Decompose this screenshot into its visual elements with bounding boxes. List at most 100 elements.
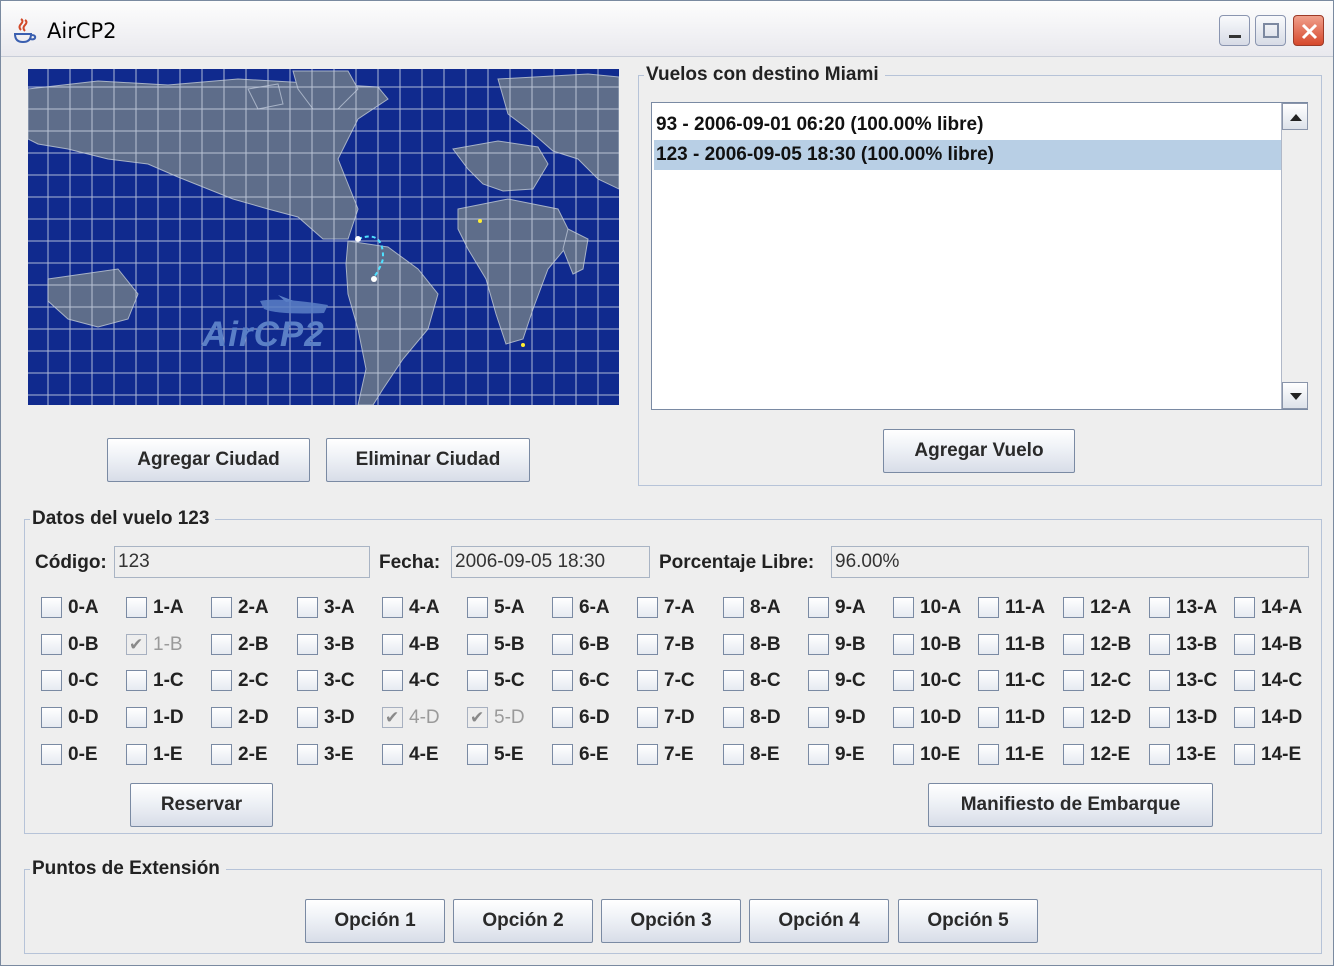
remove-city-button[interactable]: Eliminar Ciudad — [326, 438, 530, 482]
seat-checkbox-9-e[interactable]: 9-E — [808, 741, 888, 769]
checkbox-box[interactable] — [723, 597, 744, 618]
free-percentage-field[interactable]: 96.00% — [831, 546, 1309, 578]
seat-checkbox-10-a[interactable]: 10-A — [893, 594, 973, 622]
checkbox-box[interactable] — [637, 634, 658, 655]
seat-checkbox-1-c[interactable]: 1-C — [126, 667, 206, 695]
checkbox-box[interactable] — [467, 597, 488, 618]
seat-checkbox-1-e[interactable]: 1-E — [126, 741, 206, 769]
seat-checkbox-6-a[interactable]: 6-A — [552, 594, 632, 622]
checkbox-box[interactable] — [723, 634, 744, 655]
checkbox-box[interactable] — [467, 744, 488, 765]
seat-checkbox-12-e[interactable]: 12-E — [1063, 741, 1143, 769]
seat-checkbox-2-a[interactable]: 2-A — [211, 594, 291, 622]
seat-checkbox-0-a[interactable]: 0-A — [41, 594, 121, 622]
seat-checkbox-7-b[interactable]: 7-B — [637, 631, 717, 659]
checkbox-box[interactable] — [893, 670, 914, 691]
seat-checkbox-0-c[interactable]: 0-C — [41, 667, 121, 695]
checkbox-box[interactable] — [808, 744, 829, 765]
seat-checkbox-8-d[interactable]: 8-D — [723, 704, 803, 732]
seat-checkbox-10-c[interactable]: 10-C — [893, 667, 973, 695]
checkbox-box[interactable] — [1234, 670, 1255, 691]
seat-checkbox-11-e[interactable]: 11-E — [978, 741, 1058, 769]
seat-checkbox-9-b[interactable]: 9-B — [808, 631, 888, 659]
boarding-manifest-button[interactable]: Manifiesto de Embarque — [928, 783, 1213, 827]
minimize-button[interactable] — [1219, 15, 1250, 46]
scroll-up-button[interactable] — [1282, 103, 1308, 130]
seat-checkbox-9-d[interactable]: 9-D — [808, 704, 888, 732]
seat-checkbox-11-c[interactable]: 11-C — [978, 667, 1058, 695]
seat-checkbox-0-b[interactable]: 0-B — [41, 631, 121, 659]
seat-checkbox-13-c[interactable]: 13-C — [1149, 667, 1229, 695]
seat-checkbox-6-b[interactable]: 6-B — [552, 631, 632, 659]
checkbox-box[interactable] — [723, 744, 744, 765]
checkbox-box[interactable] — [126, 707, 147, 728]
checkbox-box[interactable] — [1063, 744, 1084, 765]
checkbox-box[interactable] — [211, 744, 232, 765]
seat-checkbox-12-b[interactable]: 12-B — [1063, 631, 1143, 659]
checkbox-box[interactable] — [41, 744, 62, 765]
seat-checkbox-4-c[interactable]: 4-C — [382, 667, 462, 695]
add-flight-button[interactable]: Agregar Vuelo — [883, 429, 1075, 473]
seat-checkbox-3-c[interactable]: 3-C — [297, 667, 377, 695]
seat-checkbox-2-c[interactable]: 2-C — [211, 667, 291, 695]
checkbox-box[interactable] — [1234, 634, 1255, 655]
seat-checkbox-7-a[interactable]: 7-A — [637, 594, 717, 622]
checkbox-box[interactable] — [978, 634, 999, 655]
seat-checkbox-14-a[interactable]: 14-A — [1234, 594, 1314, 622]
seat-checkbox-5-e[interactable]: 5-E — [467, 741, 547, 769]
option-5-button[interactable]: Opción 5 — [898, 899, 1038, 943]
close-button[interactable] — [1293, 15, 1324, 46]
seat-checkbox-1-a[interactable]: 1-A — [126, 594, 206, 622]
checkbox-box[interactable] — [41, 707, 62, 728]
reserve-button[interactable]: Reservar — [130, 783, 273, 827]
title-bar[interactable]: AirCP2 — [1, 1, 1333, 57]
checkbox-box[interactable] — [978, 597, 999, 618]
seat-checkbox-9-a[interactable]: 9-A — [808, 594, 888, 622]
seat-checkbox-11-b[interactable]: 11-B — [978, 631, 1058, 659]
seat-checkbox-6-e[interactable]: 6-E — [552, 741, 632, 769]
seat-checkbox-7-e[interactable]: 7-E — [637, 741, 717, 769]
flight-list[interactable]: 93 - 2006-09-01 06:20 (100.00% libre) 12… — [651, 102, 1308, 410]
seat-checkbox-7-d[interactable]: 7-D — [637, 704, 717, 732]
checkbox-box[interactable] — [893, 744, 914, 765]
checkbox-box[interactable] — [467, 634, 488, 655]
checkbox-box[interactable] — [808, 707, 829, 728]
checkbox-box[interactable] — [893, 597, 914, 618]
seat-checkbox-4-e[interactable]: 4-E — [382, 741, 462, 769]
flight-list-item-selected[interactable]: 123 - 2006-09-05 18:30 (100.00% libre) — [654, 140, 1281, 170]
option-4-button[interactable]: Opción 4 — [749, 899, 889, 943]
seat-checkbox-8-a[interactable]: 8-A — [723, 594, 803, 622]
checkbox-box[interactable] — [211, 670, 232, 691]
checkbox-box[interactable] — [297, 707, 318, 728]
seat-checkbox-13-e[interactable]: 13-E — [1149, 741, 1229, 769]
checkbox-box[interactable] — [211, 707, 232, 728]
checkbox-box[interactable] — [1149, 744, 1170, 765]
checkbox-box[interactable] — [978, 670, 999, 691]
seat-checkbox-10-b[interactable]: 10-B — [893, 631, 973, 659]
checkbox-box[interactable] — [552, 707, 573, 728]
checkbox-box[interactable] — [1149, 597, 1170, 618]
checkbox-box[interactable] — [211, 634, 232, 655]
checkbox-box[interactable] — [637, 670, 658, 691]
seat-checkbox-5-c[interactable]: 5-C — [467, 667, 547, 695]
seat-checkbox-10-d[interactable]: 10-D — [893, 704, 973, 732]
seat-checkbox-14-e[interactable]: 14-E — [1234, 741, 1314, 769]
seat-checkbox-12-a[interactable]: 12-A — [1063, 594, 1143, 622]
seat-checkbox-12-d[interactable]: 12-D — [1063, 704, 1143, 732]
checkbox-box[interactable] — [637, 744, 658, 765]
checkbox-box[interactable] — [1063, 670, 1084, 691]
checkbox-box[interactable] — [297, 597, 318, 618]
seat-checkbox-3-e[interactable]: 3-E — [297, 741, 377, 769]
seat-checkbox-3-a[interactable]: 3-A — [297, 594, 377, 622]
checkbox-box[interactable] — [978, 744, 999, 765]
scroll-down-button[interactable] — [1282, 382, 1308, 409]
checkbox-box[interactable] — [1234, 597, 1255, 618]
seat-checkbox-0-d[interactable]: 0-D — [41, 704, 121, 732]
seat-checkbox-2-d[interactable]: 2-D — [211, 704, 291, 732]
checkbox-box[interactable] — [1063, 707, 1084, 728]
flight-list-scrollbar[interactable] — [1281, 103, 1308, 409]
seat-checkbox-6-d[interactable]: 6-D — [552, 704, 632, 732]
checkbox-box[interactable] — [893, 707, 914, 728]
checkbox-box[interactable] — [808, 597, 829, 618]
checkbox-box[interactable] — [211, 597, 232, 618]
